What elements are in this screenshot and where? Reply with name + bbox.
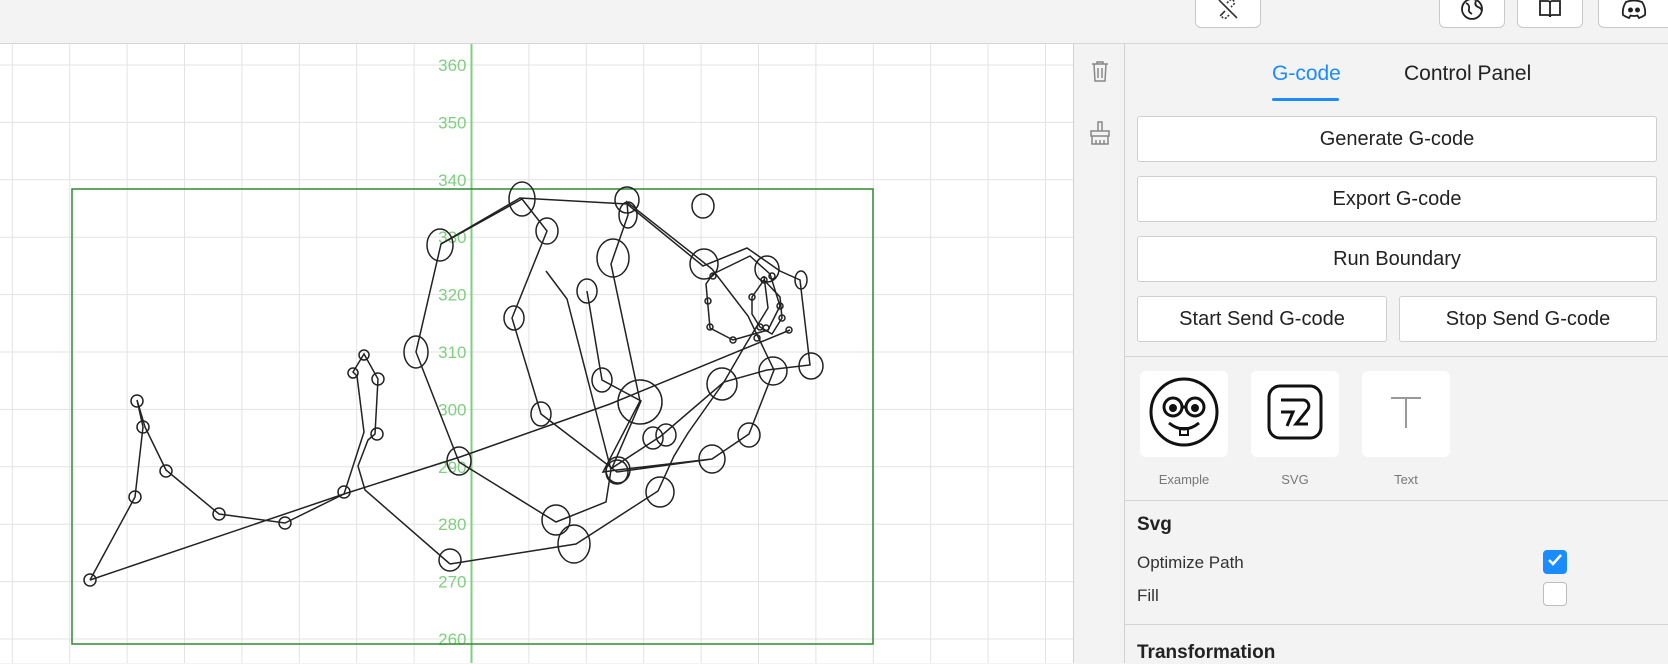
right-panel: G-code Control Panel Generate G-code Exp… [1125,44,1668,663]
tab-bar: G-code Control Panel [1125,44,1668,101]
example-card[interactable] [1140,371,1228,457]
run-boundary-button[interactable]: Run Boundary [1137,236,1657,282]
export-gcode-button[interactable]: Export G-code [1137,176,1657,222]
globe-icon [1459,0,1485,27]
link-off-icon [1215,0,1241,27]
canvas-grid [0,44,1073,663]
stop-send-gcode-button[interactable]: Stop Send G-code [1399,296,1657,342]
divider [1125,624,1668,625]
book-icon [1537,0,1563,27]
optimize-path-checkbox[interactable] [1543,550,1567,574]
brush-icon[interactable] [1087,120,1113,146]
text-label: Text [1394,472,1418,487]
y-tick-label: 280 [438,515,466,534]
svg-card[interactable] [1251,371,1339,457]
start-send-gcode-button[interactable]: Start Send G-code [1137,296,1387,342]
y-tick-label: 340 [438,171,466,190]
docs-button[interactable] [1517,0,1583,28]
y-tick-label: 300 [438,400,466,419]
divider [1125,500,1668,501]
drawing-canvas[interactable]: 360 350 340 330 320 310 300 290 280 270 260 [0,44,1073,663]
svg-section-title: Svg [1137,514,1172,535]
svg-label: SVG [1281,472,1309,487]
tab-gcode[interactable]: G-code [1272,62,1341,86]
trash-icon[interactable] [1087,58,1113,84]
y-axis-ticks: 360350340330320310300290280270260 [438,56,466,649]
optimize-path-label: Optimize Path [1137,553,1244,572]
language-button[interactable] [1439,0,1505,28]
y-tick-label: 270 [438,573,466,592]
y-tick-label: 310 [438,343,466,362]
y-tick-label: 350 [438,113,466,132]
divider [1125,356,1668,357]
text-icon [1386,392,1426,437]
check-icon [1547,553,1563,572]
y-tick-label: 320 [438,286,466,305]
smiley-glasses-icon [1147,375,1221,454]
transformation-section-title: Transformation [1137,642,1276,663]
fill-checkbox[interactable] [1543,582,1567,606]
tool-strip [1073,44,1125,663]
active-tab-indicator [1272,98,1339,101]
discord-button[interactable] [1598,0,1668,28]
y-tick-label: 260 [438,630,466,649]
svg-logo-icon [1265,382,1325,447]
fill-label: Fill [1137,586,1159,605]
generate-gcode-button[interactable]: Generate G-code [1137,116,1657,162]
top-bar [0,0,1668,44]
disconnect-button[interactable] [1195,0,1261,28]
y-tick-label: 360 [438,56,466,75]
text-card[interactable] [1362,371,1450,457]
tab-control-panel[interactable]: Control Panel [1404,62,1531,86]
discord-icon [1620,0,1648,26]
example-label: Example [1158,472,1210,487]
